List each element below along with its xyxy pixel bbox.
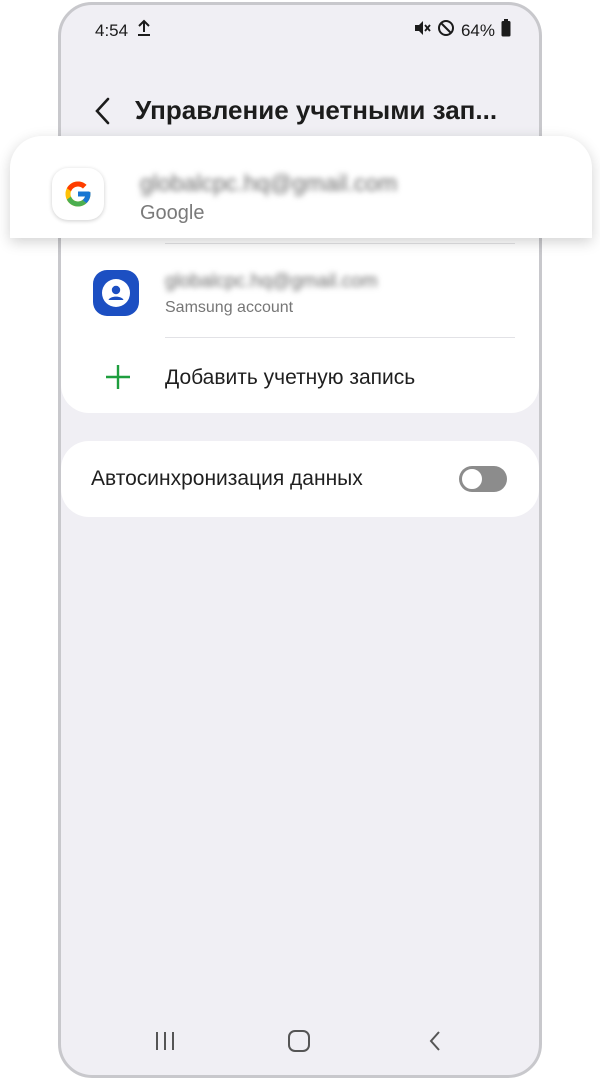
- app-header: Управление учетными зап...: [61, 85, 539, 141]
- status-time: 4:54: [95, 21, 129, 40]
- samsung-account-icon: [93, 270, 139, 316]
- auto-sync-toggle[interactable]: [459, 466, 507, 492]
- back-nav-button[interactable]: [415, 1023, 455, 1059]
- google-icon: [52, 168, 104, 220]
- mute-icon: [413, 19, 431, 42]
- plus-icon: [106, 365, 130, 389]
- google-account-email: globalcpc.hq@gmail.com: [140, 170, 398, 196]
- back-icon: [429, 1031, 440, 1051]
- google-account-type: Google: [140, 202, 205, 224]
- divider: [165, 337, 515, 338]
- battery-percent: 64%: [460, 20, 495, 40]
- recents-icon: [156, 1032, 174, 1050]
- navigation-bar: [61, 1013, 539, 1075]
- recents-button[interactable]: [145, 1023, 185, 1059]
- back-button[interactable]: [85, 93, 121, 129]
- status-bar: 4:54 64%: [61, 5, 539, 59]
- account-row-google[interactable]: globalcpc.hq@gmail.com Google: [10, 136, 592, 238]
- auto-sync-label: Автосинхронизация данных: [91, 467, 363, 490]
- status-right-group: 64%: [413, 19, 511, 42]
- samsung-account-email: globalcpc.hq@gmail.com: [165, 271, 378, 292]
- home-button[interactable]: [279, 1023, 319, 1059]
- battery-icon: [501, 19, 511, 42]
- home-icon: [288, 1030, 310, 1052]
- toggle-knob: [460, 467, 484, 491]
- do-not-disturb-icon: [437, 19, 455, 42]
- samsung-account-type: Samsung account: [165, 299, 294, 316]
- upload-icon: [137, 19, 151, 42]
- add-account-button[interactable]: Добавить учетную запись: [61, 340, 539, 412]
- add-account-label: Добавить учетную запись: [165, 366, 416, 389]
- page-title: Управление учетными зап...: [135, 95, 498, 125]
- auto-sync-card: Автосинхронизация данных: [61, 441, 539, 517]
- chevron-left-icon: [95, 97, 110, 125]
- divider: [165, 243, 515, 244]
